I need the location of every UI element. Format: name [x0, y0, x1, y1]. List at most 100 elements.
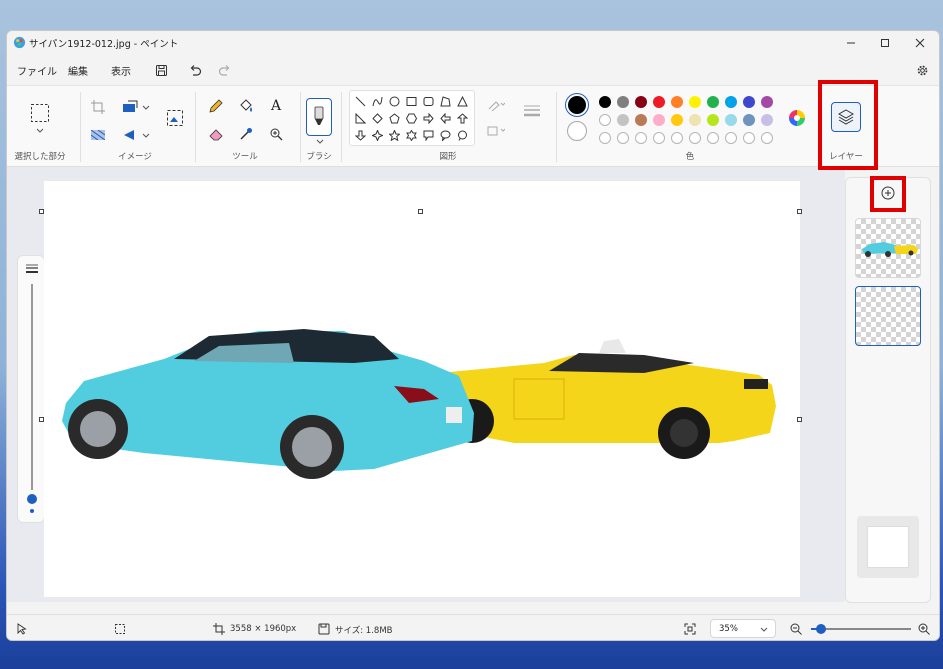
- select-dropdown[interactable]: [34, 126, 46, 134]
- line-width-button[interactable]: [521, 100, 543, 122]
- zoom-select[interactable]: 35%: [710, 619, 776, 638]
- palette-color-swatch[interactable]: [635, 114, 647, 126]
- custom-color-slot[interactable]: [725, 132, 737, 144]
- fill-style-button[interactable]: [485, 122, 507, 140]
- shape-down-arrow[interactable]: [353, 128, 368, 143]
- layer-thumbnail-image[interactable]: [855, 218, 921, 278]
- invert-button[interactable]: [89, 126, 107, 144]
- shape-callout-cloud[interactable]: [455, 128, 470, 143]
- shape-up-arrow[interactable]: [455, 111, 470, 126]
- drawing-canvas[interactable]: [44, 181, 800, 597]
- brush-button[interactable]: [306, 98, 332, 136]
- custom-color-slot[interactable]: [653, 132, 665, 144]
- custom-color-slot[interactable]: [707, 132, 719, 144]
- shape-oval[interactable]: [387, 94, 402, 109]
- palette-color-swatch[interactable]: [599, 114, 611, 126]
- custom-color-slot[interactable]: [689, 132, 701, 144]
- close-button[interactable]: [906, 33, 934, 53]
- primary-color-button[interactable]: [565, 93, 589, 117]
- palette-color-swatch[interactable]: [689, 114, 701, 126]
- resize-button[interactable]: [119, 98, 141, 116]
- zoom-in-button[interactable]: [916, 621, 932, 637]
- menu-edit[interactable]: 編集: [68, 63, 88, 78]
- custom-color-slot[interactable]: [761, 132, 773, 144]
- shape-line[interactable]: [353, 94, 368, 109]
- secondary-color-button[interactable]: [567, 121, 587, 141]
- slider-thumb[interactable]: [27, 494, 37, 504]
- edit-colors-button[interactable]: [787, 108, 807, 128]
- palette-color-swatch[interactable]: [653, 114, 665, 126]
- background-layer-swatch[interactable]: [857, 516, 919, 578]
- palette-color-swatch[interactable]: [653, 96, 665, 108]
- shape-left-arrow[interactable]: [438, 111, 453, 126]
- image-select-button[interactable]: [165, 108, 185, 128]
- custom-color-slot[interactable]: [671, 132, 683, 144]
- minimize-button[interactable]: [837, 33, 865, 53]
- shape-four-point-star[interactable]: [370, 128, 385, 143]
- resize-handle-right[interactable]: [797, 417, 802, 422]
- save-button[interactable]: [152, 61, 170, 79]
- palette-color-swatch[interactable]: [707, 96, 719, 108]
- palette-color-swatch[interactable]: [725, 96, 737, 108]
- palette-color-swatch[interactable]: [725, 114, 737, 126]
- palette-color-swatch[interactable]: [617, 96, 629, 108]
- fill-button[interactable]: [236, 96, 256, 116]
- resize-dropdown[interactable]: [141, 102, 151, 112]
- shape-callout-rect[interactable]: [421, 128, 436, 143]
- menu-view[interactable]: 表示: [111, 63, 131, 78]
- zoom-slider-vertical[interactable]: [17, 255, 45, 523]
- flip-dropdown[interactable]: [141, 130, 151, 140]
- undo-button[interactable]: [186, 61, 204, 79]
- settings-button[interactable]: [913, 61, 931, 79]
- shape-hexagon[interactable]: [404, 111, 419, 126]
- custom-color-slot[interactable]: [617, 132, 629, 144]
- eraser-button[interactable]: [206, 124, 226, 144]
- layer-thumbnail-empty[interactable]: [855, 286, 921, 346]
- palette-color-swatch[interactable]: [761, 114, 773, 126]
- palette-color-swatch[interactable]: [671, 114, 683, 126]
- shape-right-triangle[interactable]: [353, 111, 368, 126]
- select-button[interactable]: [27, 100, 53, 126]
- palette-color-swatch[interactable]: [617, 114, 629, 126]
- shape-callout-oval[interactable]: [438, 128, 453, 143]
- shape-five-point-star[interactable]: [387, 128, 402, 143]
- custom-color-slot[interactable]: [635, 132, 647, 144]
- pencil-button[interactable]: [206, 96, 226, 116]
- magnifier-button[interactable]: [266, 124, 286, 144]
- resize-handle-top[interactable]: [418, 209, 423, 214]
- shape-rectangle[interactable]: [404, 94, 419, 109]
- palette-color-swatch[interactable]: [761, 96, 773, 108]
- resize-handle-tl[interactable]: [39, 209, 44, 214]
- redo-button[interactable]: [216, 61, 234, 79]
- flip-button[interactable]: [119, 126, 141, 144]
- crop-button[interactable]: [89, 98, 107, 116]
- palette-color-swatch[interactable]: [671, 96, 683, 108]
- palette-color-swatch[interactable]: [707, 114, 719, 126]
- palette-color-swatch[interactable]: [599, 96, 611, 108]
- shape-pentagon[interactable]: [387, 111, 402, 126]
- zoom-out-button[interactable]: [788, 621, 804, 637]
- custom-color-slot[interactable]: [599, 132, 611, 144]
- text-button[interactable]: A: [266, 96, 286, 116]
- shape-rounded-rectangle[interactable]: [421, 94, 436, 109]
- color-picker-button[interactable]: [236, 124, 256, 144]
- maximize-button[interactable]: [871, 33, 899, 53]
- fit-to-window-button[interactable]: [682, 621, 698, 637]
- palette-color-swatch[interactable]: [743, 96, 755, 108]
- palette-color-swatch[interactable]: [689, 96, 701, 108]
- shape-curve[interactable]: [370, 94, 385, 109]
- shape-six-point-star[interactable]: [404, 128, 419, 143]
- shape-right-arrow[interactable]: [421, 111, 436, 126]
- outline-button[interactable]: [485, 96, 507, 114]
- resize-handle-tr[interactable]: [797, 209, 802, 214]
- shape-polygon[interactable]: [438, 94, 453, 109]
- zoom-thumb[interactable]: [816, 624, 826, 634]
- palette-color-swatch[interactable]: [635, 96, 647, 108]
- shape-diamond[interactable]: [370, 111, 385, 126]
- menu-file[interactable]: ファイル: [17, 63, 57, 78]
- brush-dropdown[interactable]: [314, 137, 326, 145]
- zoom-slider[interactable]: [811, 622, 911, 636]
- shape-triangle[interactable]: [455, 94, 470, 109]
- custom-color-slot[interactable]: [743, 132, 755, 144]
- resize-handle-left[interactable]: [39, 417, 44, 422]
